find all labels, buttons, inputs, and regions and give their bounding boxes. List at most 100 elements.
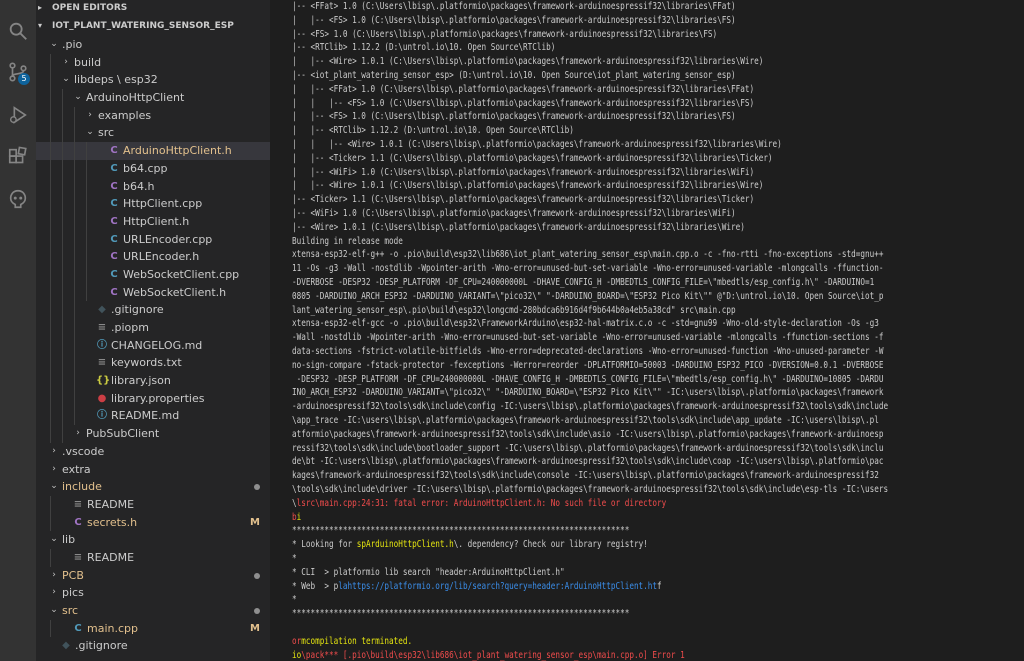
- tree-folder[interactable]: › pics: [36, 584, 270, 602]
- chevron-down-icon: ⌄: [74, 92, 82, 103]
- properties-file-icon: ●: [97, 392, 107, 404]
- terminal-line-text: no-sign-compare -fstack-protector -fexce…: [292, 359, 883, 373]
- tree-folder[interactable]: ⌄ libdeps \ esp32: [36, 71, 270, 90]
- terminal-line: ****************************************…: [292, 607, 714, 621]
- tree-file[interactable]: Cb64.cpp: [36, 159, 270, 178]
- tree-item-label: .gitignore: [75, 639, 128, 653]
- run-debug-icon[interactable]: [6, 103, 30, 127]
- indent-guide: [86, 230, 87, 249]
- tree-item-label: HttpClient.h: [123, 214, 190, 228]
- tree-folder[interactable]: › PCB: [36, 567, 270, 585]
- tree-file[interactable]: {} library.json: [36, 372, 270, 390]
- tree-file[interactable]: Csecrets.h M: [36, 513, 270, 532]
- open-editors-title: OPEN EDITORS: [52, 3, 128, 13]
- tree-item-label: .vscode: [62, 444, 105, 458]
- tree-folder[interactable]: ⌄ src: [36, 602, 270, 620]
- indent-guide: [74, 230, 75, 249]
- tree-file[interactable]: C WebSocketClient.h: [36, 283, 270, 302]
- tree-file[interactable]: C URLEncoder.h: [36, 248, 270, 266]
- indent-guide: [50, 230, 51, 249]
- terminal-line-text: |-- <iot_plant_watering_sensor_esp> (D:\…: [292, 69, 736, 83]
- terminal-text: | |-- <FFat> 1.0 (C:\Users\lbisp\.platfo…: [292, 83, 755, 95]
- c-header-file-icon: C: [110, 215, 118, 227]
- tree-folder[interactable]: › PubSubClient: [36, 425, 270, 443]
- tree-file[interactable]: ≡ README: [36, 495, 270, 514]
- search-icon[interactable]: [6, 19, 30, 43]
- terminal-line-text: | |-- <Wire> 1.0.1 (C:\Users\lbisp\.plat…: [292, 179, 763, 193]
- markdown-file-icon: ⓘ: [97, 410, 107, 422]
- platformio-icon[interactable]: [6, 187, 30, 211]
- tree-folder[interactable]: ⌄ src: [36, 124, 270, 143]
- terminal-text: | |-- <Wire> 1.0.1 (C:\Users\lbisp\.plat…: [292, 180, 764, 192]
- indent-guide: [62, 89, 63, 107]
- terminal-link[interactable]: lahttps://platformio.org/lib/search?quer…: [338, 581, 657, 592]
- terminal-line-text: |-- <FFat> 1.0 (C:\Users\lbisp\.platform…: [292, 0, 736, 14]
- terminal-line-text: * Web > plahttps://platformio.org/lib/se…: [292, 580, 662, 594]
- tree-file[interactable]: Cmain.cpp M: [36, 619, 270, 638]
- indent-guide: [62, 230, 63, 249]
- tree-file[interactable]: C WebSocketClient.cpp: [36, 265, 270, 284]
- extensions-icon[interactable]: [6, 145, 30, 169]
- tree-folder[interactable]: › .vscode: [36, 443, 270, 461]
- tree-item-label: b64.h: [123, 179, 155, 193]
- tree-folder[interactable]: › build: [36, 53, 270, 72]
- indent-guide: [86, 177, 87, 196]
- chevron-down-icon: ⌄: [86, 127, 94, 138]
- tree-file[interactable]: C URLEncoder.cpp: [36, 230, 270, 249]
- terminal-line: * CLI > platformio lib search "header:Ar…: [292, 566, 633, 580]
- terminal-text: |-- <iot_plant_watering_sensor_esp> (D:\…: [292, 70, 736, 81]
- terminal-line: |-- <WiFi> 1.0 (C:\Users\lbisp\.platform…: [292, 207, 847, 221]
- indent-guide: [62, 372, 63, 390]
- tree-file[interactable]: ◆ .gitignore: [36, 301, 270, 319]
- indent-guide: [86, 212, 87, 231]
- tree-folder[interactable]: ⌄ lib: [36, 531, 270, 549]
- terminal-line-text: | |-- <Wire> 1.0.1 (C:\Users\lbisp\.plat…: [292, 55, 763, 69]
- tree-file[interactable]: ≡ README: [36, 548, 270, 567]
- indent-guide: [50, 124, 51, 143]
- tree-folder[interactable]: ⌄ .pio: [36, 36, 270, 54]
- terminal-line: -Wall -nostdlib -Wpointer-arith -Wno-err…: [292, 331, 1024, 345]
- indent-guide: [50, 248, 51, 266]
- tree-file[interactable]: ⓘ CHANGELOG.md: [36, 336, 270, 355]
- c-header-file-icon: C: [110, 251, 118, 263]
- tree-file[interactable]: ≡ .piopm: [36, 319, 270, 337]
- tree-folder[interactable]: ⌄ ArduinoHttpClient: [36, 89, 270, 107]
- terminal-line-text: 11 -Os -g3 -Wall -nostdlib -Wpointer-ari…: [292, 262, 883, 276]
- tree-file[interactable]: ⓘ README.md: [36, 407, 270, 426]
- tree-file[interactable]: C ArduinoHttpClient.h: [36, 142, 270, 160]
- terminal-panel[interactable]: |-- <FFat> 1.0 (C:\Users\lbisp\.platform…: [284, 0, 1024, 661]
- tree-file[interactable]: C HttpClient.h: [36, 212, 270, 231]
- tree-file[interactable]: ≡ keywords.txt: [36, 354, 270, 373]
- open-editors-section[interactable]: ▸ OPEN EDITORS: [36, 0, 270, 16]
- project-section[interactable]: ▾ IOT_PLANT_WATERING_SENSOR_ESP: [36, 18, 270, 34]
- tree-item-label: include: [62, 480, 102, 494]
- tree-item-label: .piopm: [111, 321, 149, 334]
- indent-guide: [50, 372, 51, 390]
- git-file-icon: ◆: [62, 640, 70, 652]
- terminal-line: | | |-- <FS> 1.0 (C:\Users\lbisp\.platfo…: [292, 97, 870, 111]
- indent-guide: [50, 195, 51, 213]
- indent-guide: [62, 195, 63, 213]
- tree-folder[interactable]: › examples: [36, 106, 270, 125]
- terminal-text: no-sign-compare -fstack-protector -fexce…: [292, 359, 884, 371]
- indent-guide: [74, 195, 75, 213]
- terminal-text: | |-- <RTClib> 1.12.2 (D:\untrol.io\10. …: [292, 125, 574, 137]
- source-control-badge: 5: [18, 73, 30, 85]
- terminal-text: | |-- <Ticker> 1.1 (C:\Users\lbisp\.plat…: [292, 152, 773, 164]
- tree-file[interactable]: ◆ .gitignore: [36, 637, 270, 655]
- terminal-text: | | |-- <FS> 1.0 (C:\Users\lbisp\.platfo…: [292, 97, 755, 109]
- indent-guide: [62, 354, 63, 373]
- tree-item-label: examples: [98, 108, 152, 122]
- terminal-line: |-- <Wire> 1.0.1 (C:\Users\lbisp\.platfo…: [292, 221, 858, 235]
- tree-file[interactable]: Cb64.h: [36, 177, 270, 196]
- indent-guide: [86, 248, 87, 266]
- text-file-icon: ≡: [97, 357, 107, 369]
- terminal-text: * CLI > platformio lib search "header:Ar…: [292, 566, 565, 578]
- terminal-line: bi: [292, 511, 304, 525]
- tree-file[interactable]: C HttpClient.cpp: [36, 195, 270, 213]
- tree-folder[interactable]: › extra: [36, 461, 270, 479]
- tree-folder[interactable]: ⌄ include: [36, 478, 270, 496]
- indent-guide: [62, 265, 63, 284]
- tree-file[interactable]: ● library.properties: [36, 389, 270, 408]
- indent-guide: [86, 142, 87, 160]
